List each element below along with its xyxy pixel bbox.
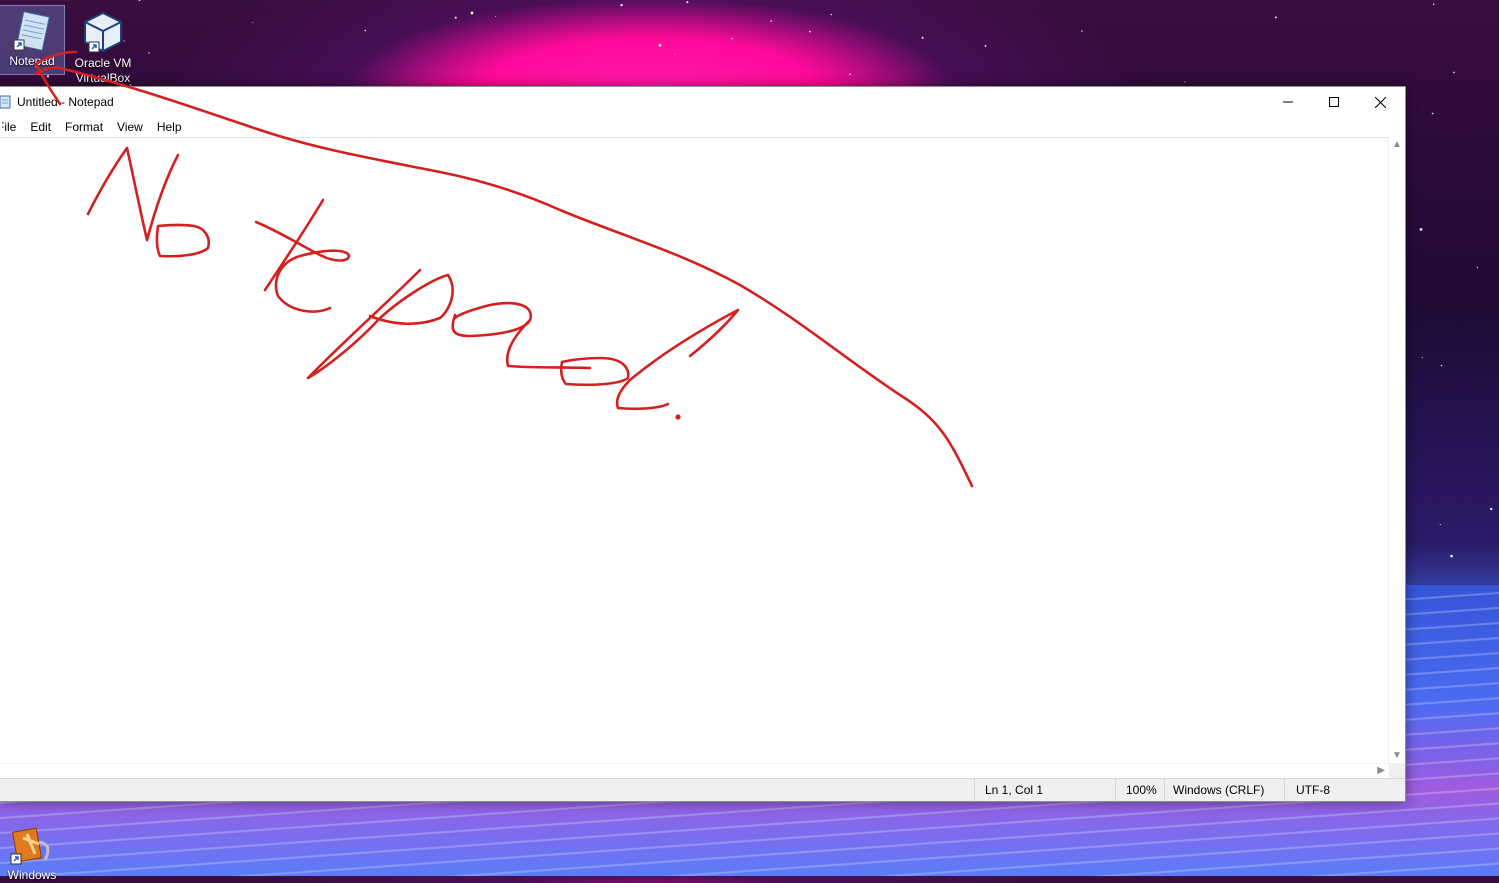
star bbox=[470, 11, 474, 15]
star bbox=[984, 44, 987, 47]
star bbox=[770, 20, 772, 22]
scroll-right-icon[interactable]: ▶ bbox=[1377, 765, 1385, 776]
menu-format[interactable]: Format bbox=[58, 117, 110, 137]
star bbox=[1421, 356, 1423, 358]
status-line-ending: Windows (CRLF) bbox=[1164, 779, 1284, 801]
star bbox=[148, 52, 150, 54]
status-position: Ln 1, Col 1 bbox=[974, 779, 1115, 801]
star bbox=[1450, 554, 1453, 558]
star bbox=[364, 29, 367, 32]
maximize-button[interactable] bbox=[1311, 87, 1357, 117]
minimize-icon bbox=[1283, 101, 1293, 103]
star bbox=[1432, 3, 1435, 5]
desktop-icon-notepad[interactable]: Notepad bbox=[0, 5, 65, 75]
star bbox=[1440, 364, 1443, 367]
scroll-up-icon[interactable]: ▲ bbox=[1392, 139, 1402, 150]
star bbox=[1419, 227, 1423, 231]
virtualbox-icon bbox=[84, 11, 122, 53]
star bbox=[495, 16, 497, 17]
menu-help[interactable]: Help bbox=[150, 117, 189, 137]
close-button[interactable] bbox=[1357, 87, 1403, 117]
star bbox=[1081, 30, 1083, 32]
vertical-scrollbar[interactable]: ▲ ▼ bbox=[1388, 137, 1405, 763]
menu-view[interactable]: View bbox=[110, 117, 150, 137]
status-bar: Ln 1, Col 1 100% Windows (CRLF) UTF-8 bbox=[0, 778, 1405, 801]
star bbox=[1489, 507, 1493, 511]
star bbox=[731, 37, 733, 40]
star bbox=[830, 13, 833, 16]
star bbox=[1476, 266, 1479, 269]
text-editor[interactable] bbox=[0, 137, 1389, 764]
star bbox=[138, 0, 141, 2]
minimize-button[interactable] bbox=[1265, 87, 1311, 117]
star bbox=[1274, 16, 1277, 19]
desktop-icon-label: Notepad bbox=[9, 54, 55, 68]
menu-file[interactable]: File bbox=[2, 117, 23, 137]
star bbox=[809, 30, 811, 33]
star bbox=[1439, 524, 1441, 526]
star bbox=[46, 75, 50, 78]
menu-bar: File Edit Format View Help bbox=[0, 117, 1405, 137]
desktop-icon-virtualbox[interactable]: Oracle VM VirtualBox bbox=[70, 6, 136, 86]
maximize-icon bbox=[1329, 97, 1339, 107]
star bbox=[252, 21, 254, 23]
status-zoom: 100% bbox=[1115, 779, 1164, 801]
star bbox=[686, 1, 689, 4]
desktop-icon-label: Oracle VM VirtualBox bbox=[74, 56, 132, 85]
notepad-window[interactable]: Untitled - Notepad File Edit Format View… bbox=[0, 86, 1406, 802]
windows-media-icon bbox=[10, 827, 50, 865]
scrollbar-corner bbox=[1389, 763, 1405, 779]
star bbox=[849, 73, 851, 76]
star bbox=[1431, 112, 1434, 115]
notepad-icon bbox=[0, 95, 11, 109]
title-bar[interactable]: Untitled - Notepad bbox=[0, 87, 1405, 117]
menu-edit[interactable]: Edit bbox=[23, 117, 58, 137]
star bbox=[1453, 71, 1455, 74]
window-title: Untitled - Notepad bbox=[17, 95, 114, 109]
status-encoding: UTF-8 bbox=[1284, 779, 1404, 801]
star bbox=[921, 36, 924, 39]
star bbox=[658, 43, 662, 47]
scroll-down-icon[interactable]: ▼ bbox=[1392, 750, 1402, 761]
notepad-icon bbox=[13, 11, 50, 51]
star bbox=[1184, 81, 1186, 83]
star bbox=[620, 3, 623, 7]
desktop-icon-windows-media[interactable]: Windows bbox=[0, 820, 64, 883]
star bbox=[674, 53, 676, 55]
close-icon bbox=[1374, 96, 1386, 108]
star bbox=[454, 16, 457, 19]
